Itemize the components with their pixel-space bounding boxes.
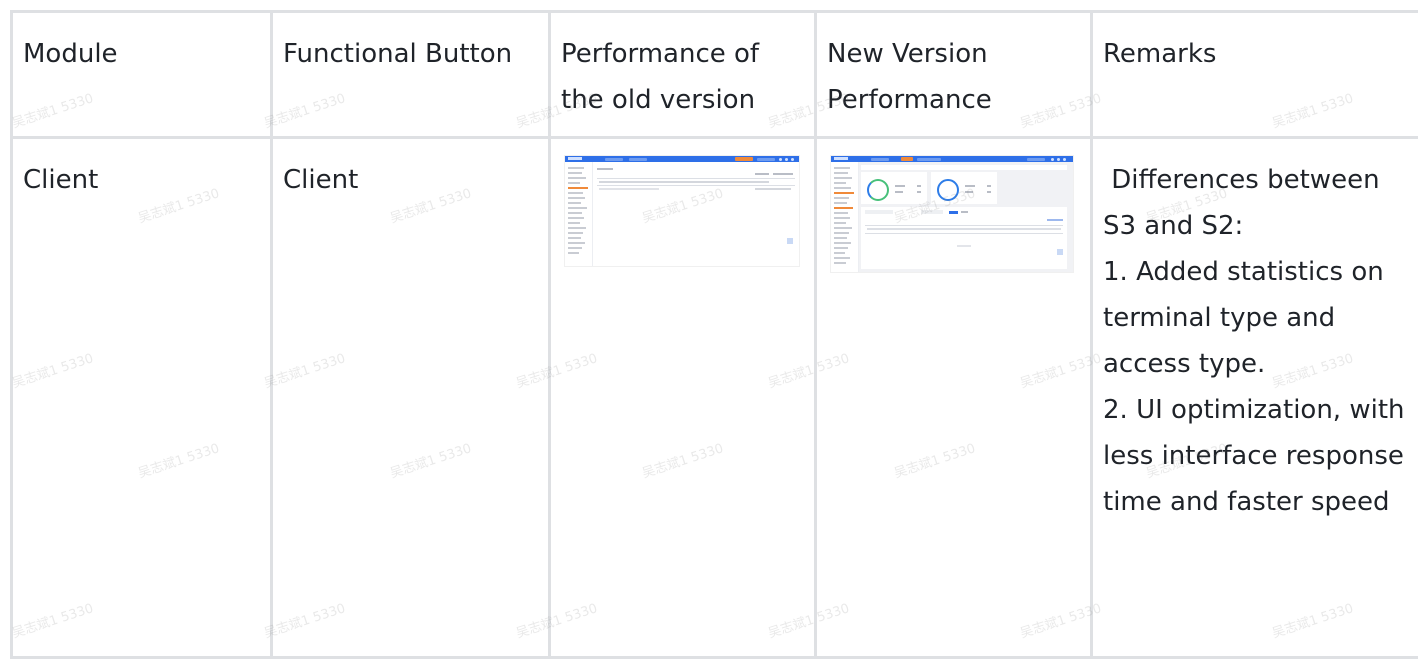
client-list-card	[861, 207, 1067, 269]
header-old-version: Performance of the old version	[550, 12, 816, 138]
header-functional-button-text: Functional Button	[273, 13, 548, 77]
header-new-version-text: New Version Performance	[817, 13, 1090, 123]
terminal-type-card	[861, 172, 927, 204]
cell-functional-button-text: Client	[273, 139, 548, 203]
cell-old-version	[550, 138, 816, 658]
remarks-line-1: Differences between S3 and S2:	[1103, 157, 1410, 249]
header-old-version-text: Performance of the old version	[551, 13, 814, 123]
old-version-screenshot[interactable]	[565, 156, 799, 266]
comparison-table: Module Functional Button Performance of …	[10, 10, 1418, 659]
header-functional-button: Functional Button	[272, 12, 550, 138]
header-remarks: Remarks	[1092, 12, 1418, 138]
cell-module: Client	[12, 138, 272, 658]
header-remarks-text: Remarks	[1093, 13, 1418, 77]
cell-new-version	[816, 138, 1092, 658]
table-row: Client Client	[12, 138, 1418, 658]
new-version-screenshot[interactable]	[831, 156, 1073, 272]
old-screenshot-topbar	[565, 156, 799, 162]
new-screenshot-sidebar	[831, 162, 859, 272]
cell-functional-button: Client	[272, 138, 550, 658]
old-screenshot-sidebar	[565, 162, 593, 266]
cell-module-text: Client	[13, 139, 270, 203]
header-new-version: New Version Performance	[816, 12, 1092, 138]
access-type-card	[931, 172, 997, 204]
table-header-row: Module Functional Button Performance of …	[12, 12, 1418, 138]
header-module-text: Module	[13, 13, 270, 77]
remarks-text: Differences between S3 and S2: 1. Added …	[1093, 139, 1418, 525]
cell-remarks: Differences between S3 and S2: 1. Added …	[1092, 138, 1418, 658]
remarks-line-3: 2. UI optimization, with less interface …	[1103, 387, 1410, 525]
remarks-line-2: 1. Added statistics on terminal type and…	[1103, 249, 1410, 387]
header-module: Module	[12, 12, 272, 138]
new-screenshot-topbar	[831, 156, 1073, 162]
